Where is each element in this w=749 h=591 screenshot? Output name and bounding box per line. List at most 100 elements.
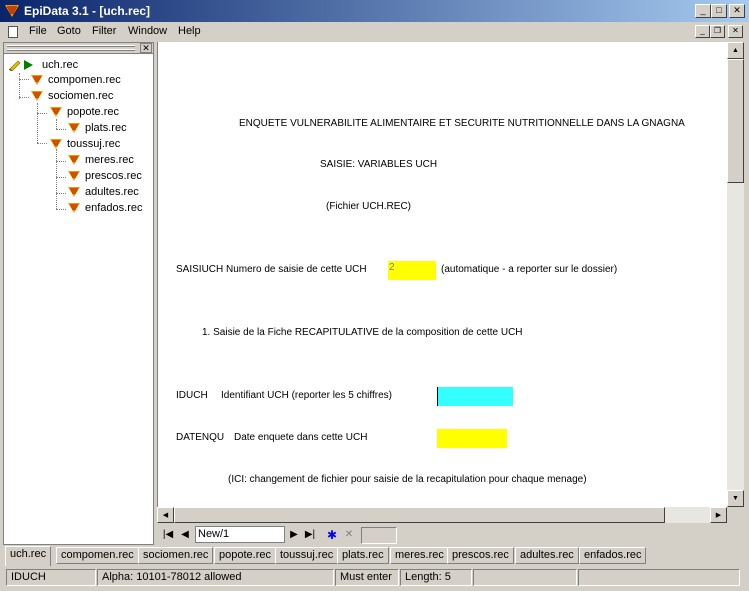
tab-uch[interactable]: uch.rec — [5, 546, 52, 566]
new-record-button[interactable]: ✱ — [325, 527, 339, 543]
status-bar: IDUCH Alpha: 10101-78012 allowed Must en… — [0, 567, 749, 587]
menu-filter[interactable]: Filter — [92, 25, 116, 37]
scroll-right-button[interactable]: ▶ — [710, 507, 727, 523]
record-number-field[interactable]: New/1 — [195, 526, 285, 543]
status-field-type: Alpha: 10101-78012 allowed — [97, 569, 334, 586]
status-panel-empty — [473, 569, 577, 586]
section-title: 1. Saisie de la Fiche RECAPITULATIVE de … — [202, 327, 523, 338]
saisiuch-note: (automatique - a reporter sur le dossier… — [441, 264, 618, 275]
file-tree-pane: ✕ uch.rec compomen.rec sociomen.rec popo… — [3, 42, 154, 545]
tab-compomen[interactable]: compomen.rec — [56, 547, 139, 564]
tab-popote[interactable]: popote.rec — [214, 547, 276, 564]
tree-item-prescos[interactable]: prescos.rec — [67, 169, 142, 183]
delete-record-button[interactable]: ✕ — [342, 527, 356, 543]
datenqu-desc: Date enquete dans cette UCH — [234, 432, 368, 443]
rec-file-icon — [31, 91, 43, 101]
data-entry-form: ENQUETE VULNERABILITE ALIMENTAIRE ET SEC… — [157, 42, 727, 507]
tree-item-popote[interactable]: popote.rec — [49, 105, 119, 119]
menu-window[interactable]: Window — [128, 25, 167, 37]
tree-item-label: popote.rec — [67, 106, 119, 118]
tree-item-toussuj[interactable]: toussuj.rec — [49, 137, 120, 151]
tab-meres[interactable]: meres.rec — [390, 547, 449, 564]
mdi-minimize-button[interactable]: _ — [695, 25, 710, 38]
scroll-down-button[interactable]: ▼ — [727, 490, 744, 507]
previous-record-button[interactable]: ◀ — [178, 527, 192, 543]
recap-note: (ICI: changement de fichier pour saisie … — [228, 474, 587, 485]
form-heading: ENQUETE VULNERABILITE ALIMENTAIRE ET SEC… — [239, 118, 685, 129]
tree-item-label: uch.rec — [42, 59, 79, 71]
status-must-enter: Must enter — [335, 569, 399, 586]
tab-plats[interactable]: plats.rec — [337, 547, 389, 564]
next-record-button[interactable]: ▶ — [287, 527, 301, 543]
datenqu-name: DATENQU — [176, 432, 225, 443]
vertical-scrollbar[interactable]: ▲ ▼ — [727, 42, 744, 507]
pane-header: ✕ — [4, 43, 153, 54]
tab-adultes[interactable]: adultes.rec — [515, 547, 579, 564]
form-subheading: SAISIE: VARIABLES UCH — [320, 159, 438, 170]
tree-item-label: compomen.rec — [48, 74, 121, 86]
mdi-restore-button[interactable]: ❐ — [710, 25, 725, 38]
rec-file-icon — [50, 139, 62, 149]
pane-close-button[interactable]: ✕ — [140, 43, 152, 53]
tree-item-label: sociomen.rec — [48, 90, 114, 102]
document-icon[interactable] — [8, 26, 18, 38]
vertical-scroll-thumb[interactable] — [727, 59, 744, 183]
tree-item-compomen[interactable]: compomen.rec — [30, 73, 121, 87]
tree-item-meres[interactable]: meres.rec — [67, 153, 134, 167]
iduch-desc: Identifiant UCH (reporter les 5 chiffres… — [221, 390, 392, 401]
datenqu-field[interactable] — [437, 429, 507, 448]
tab-toussuj[interactable]: toussuj.rec — [275, 547, 339, 564]
tree-item-label: toussuj.rec — [67, 138, 121, 150]
tab-prescos[interactable]: prescos.rec — [447, 547, 514, 564]
tree-item-adultes[interactable]: adultes.rec — [67, 185, 139, 199]
tree-item-label: prescos.rec — [85, 170, 142, 182]
tree-item-label: plats.rec — [85, 122, 127, 134]
first-record-button[interactable]: |◀ — [161, 527, 175, 543]
rec-file-icon — [68, 123, 80, 133]
record-navigation-bar: |◀ ◀ New/1 ▶ ▶| ✱ ✕ — [157, 524, 744, 546]
menu-bar: File Goto Filter Window Help — [0, 22, 749, 42]
menu-goto[interactable]: Goto — [57, 25, 81, 37]
tree-item-enfados[interactable]: enfados.rec — [67, 201, 142, 215]
scroll-left-button[interactable]: ◀ — [157, 507, 174, 523]
tree-item-label: meres.rec — [85, 154, 134, 166]
rec-file-icon — [31, 75, 43, 85]
tab-enfados[interactable]: enfados.rec — [579, 547, 647, 564]
horizontal-scroll-thumb[interactable] — [174, 507, 665, 523]
title-bar: EpiData 3.1 - [uch.rec] _ □ ✕ — [0, 0, 749, 22]
horizontal-scrollbar[interactable]: ◀ ▶ — [157, 507, 727, 523]
file-tabs: uch.rec compomen.rec sociomen.rec popote… — [3, 546, 749, 566]
last-record-button[interactable]: ▶| — [303, 527, 317, 543]
rec-file-icon — [68, 187, 80, 197]
tab-sociomen[interactable]: sociomen.rec — [138, 547, 214, 564]
pane-grip[interactable] — [7, 45, 135, 47]
menu-help[interactable]: Help — [178, 25, 201, 37]
tree-item-label: adultes.rec — [85, 186, 139, 198]
form-file-note: (Fichier UCH.REC) — [326, 201, 411, 212]
pencil-icon — [9, 60, 21, 71]
close-button[interactable]: ✕ — [729, 4, 745, 18]
mdi-close-button[interactable]: ✕ — [728, 25, 743, 38]
saisiuch-field[interactable]: 2 — [388, 261, 436, 280]
menu-file[interactable]: File — [29, 25, 47, 37]
rec-file-icon — [50, 107, 62, 117]
pane-grip[interactable] — [7, 49, 135, 51]
scroll-up-button[interactable]: ▲ — [727, 42, 744, 59]
minimize-button[interactable]: _ — [695, 4, 711, 18]
epidata-app-icon — [5, 5, 19, 17]
status-panel-empty — [578, 569, 740, 586]
rec-file-icon — [68, 203, 80, 213]
play-icon — [24, 60, 33, 70]
tree-item-plats[interactable]: plats.rec — [67, 121, 127, 135]
tree-item-uch[interactable]: uch.rec — [8, 58, 78, 72]
tree-item-sociomen[interactable]: sociomen.rec — [30, 89, 113, 103]
window-title: EpiData 3.1 - [uch.rec] — [24, 4, 151, 18]
record-status-box — [361, 527, 397, 544]
rec-file-icon — [68, 155, 80, 165]
maximize-button[interactable]: □ — [711, 4, 727, 18]
iduch-name: IDUCH — [176, 390, 208, 401]
rec-file-icon — [68, 171, 80, 181]
iduch-field[interactable] — [437, 387, 513, 406]
status-field-name: IDUCH — [6, 569, 96, 586]
tree-item-label: enfados.rec — [85, 202, 143, 214]
